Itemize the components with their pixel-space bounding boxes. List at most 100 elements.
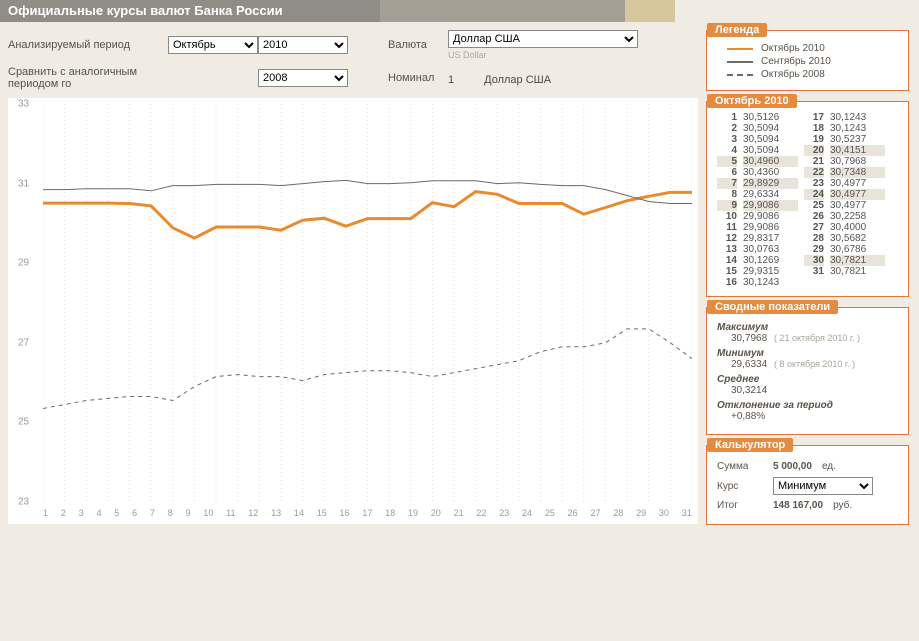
rates-chart: 232527293133 123456789101112131415161718… — [8, 98, 698, 524]
chart-xlabel: 10 — [203, 508, 213, 518]
rate-value: 30,5094 — [743, 145, 798, 156]
rate-value: 30,1243 — [830, 123, 885, 134]
chart-xlabel: 31 — [682, 508, 692, 518]
rate-value: 30,5094 — [743, 123, 798, 134]
rate-value: 30,4151 — [830, 145, 885, 156]
rate-day: 11 — [717, 222, 737, 233]
chart-xlabel: 7 — [150, 508, 155, 518]
chart-xlabel: 18 — [385, 508, 395, 518]
rate-day: 21 — [804, 156, 824, 167]
rate-day: 18 — [804, 123, 824, 134]
summary-max-note: ( 21 октября 2010 г. ) — [774, 333, 860, 343]
legend-item: Октябрь 2008 — [727, 69, 898, 80]
calc-rate-select[interactable]: Минимум — [773, 477, 873, 495]
rate-day: 26 — [804, 211, 824, 222]
summary-panel: Сводные показатели Максимум 30,7968 ( 21… — [706, 307, 909, 435]
rate-value: 30,1269 — [743, 255, 798, 266]
rate-day: 20 — [804, 145, 824, 156]
currency-select[interactable]: Доллар США — [448, 30, 638, 48]
rate-day: 28 — [804, 233, 824, 244]
rate-day: 31 — [804, 266, 824, 277]
month-select[interactable]: Октябрь — [168, 36, 258, 54]
chart-ylabel: 33 — [18, 99, 29, 110]
rate-value: 30,4977 — [830, 200, 885, 211]
calc-rate-label: Курс — [717, 481, 763, 492]
calc-panel: Калькулятор Сумма 5 000,00 ед. Курс Мини… — [706, 445, 909, 525]
legend-label: Сентябрь 2010 — [761, 56, 831, 67]
calc-sum-value: 5 000,00 — [773, 461, 812, 472]
chart-ylabel: 27 — [18, 337, 29, 348]
rate-value: 30,5682 — [830, 233, 885, 244]
chart-xlabel: 8 — [168, 508, 173, 518]
calc-total-unit: руб. — [833, 500, 852, 511]
rate-value: 30,6786 — [830, 244, 885, 255]
chart-xlabel: 20 — [431, 508, 441, 518]
currency-subnote: US Dollar — [448, 50, 658, 60]
rate-day: 5 — [717, 156, 737, 167]
rate-value: 30,1243 — [830, 112, 885, 123]
chart-xlabel: 25 — [545, 508, 555, 518]
legend-title: Легенда — [707, 23, 767, 37]
chart-xlabel: 29 — [636, 508, 646, 518]
rate-value: 29,9086 — [743, 211, 798, 222]
calc-title: Калькулятор — [707, 438, 793, 452]
rate-value: 29,9315 — [743, 266, 798, 277]
chart-xlabel: 23 — [499, 508, 509, 518]
summary-max-label: Максимум — [717, 322, 768, 333]
chart-xlabel: 12 — [248, 508, 258, 518]
rate-day: 15 — [717, 266, 737, 277]
legend-swatch — [727, 48, 753, 50]
chart-xlabel: 2 — [61, 508, 66, 518]
summary-min-note: ( 8 октября 2010 г. ) — [774, 359, 855, 369]
chart-xlabel: 28 — [613, 508, 623, 518]
legend-swatch — [727, 61, 753, 63]
rate-day: 25 — [804, 200, 824, 211]
rate-day: 7 — [717, 178, 737, 189]
rate-day: 19 — [804, 134, 824, 145]
summary-avg-value: 30,3214 — [731, 385, 767, 396]
chart-xlabel: 13 — [271, 508, 281, 518]
rate-value: 30,0763 — [743, 244, 798, 255]
nominal-unit: Доллар США — [484, 74, 551, 86]
rate-value: 29,6334 — [743, 189, 798, 200]
legend-swatch — [727, 74, 753, 76]
rate-value: 30,7348 — [830, 167, 885, 178]
summary-min-label: Минимум — [717, 348, 764, 359]
rate-day: 13 — [717, 244, 737, 255]
chart-xlabel: 11 — [226, 508, 235, 518]
legend-item: Сентябрь 2010 — [727, 56, 898, 67]
rate-day: 12 — [717, 233, 737, 244]
rate-value: 30,7968 — [830, 156, 885, 167]
rate-day: 14 — [717, 255, 737, 266]
compare-year-select[interactable]: 2008 — [258, 69, 348, 87]
rate-day: 27 — [804, 222, 824, 233]
chart-xlabel: 30 — [659, 508, 669, 518]
compare-label: Сравнить с аналогичным периодом го — [8, 66, 168, 90]
rates-panel: Октябрь 2010 130,51261730,1243230,509418… — [706, 101, 909, 297]
rate-value: 30,4977 — [830, 189, 885, 200]
period-label: Анализируемый период — [8, 39, 168, 51]
chart-xlabel: 27 — [590, 508, 600, 518]
legend-item: Октябрь 2010 — [727, 43, 898, 54]
filter-bar: Анализируемый период Октябрь 2010 Валюта… — [8, 30, 698, 90]
rate-day: 17 — [804, 112, 824, 123]
summary-title: Сводные показатели — [707, 300, 838, 314]
chart-xlabel: 1 — [43, 508, 48, 518]
currency-label: Валюта — [388, 39, 448, 51]
rate-value: 30,5126 — [743, 112, 798, 123]
rate-value: 30,7821 — [830, 255, 885, 266]
rate-day: 30 — [804, 255, 824, 266]
chart-xlabel: 24 — [522, 508, 532, 518]
rate-value: 29,8929 — [743, 178, 798, 189]
calc-total-value: 148 167,00 — [773, 500, 823, 511]
chart-ylabel: 23 — [18, 497, 29, 508]
year-select[interactable]: 2010 — [258, 36, 348, 54]
chart-xlabel: 5 — [114, 508, 119, 518]
chart-xlabel: 17 — [362, 508, 372, 518]
chart-ylabel: 29 — [18, 258, 29, 269]
rate-day: 23 — [804, 178, 824, 189]
rate-value: 30,4000 — [830, 222, 885, 233]
chart-xlabel: 19 — [408, 508, 418, 518]
rate-day: 4 — [717, 145, 737, 156]
summary-dev-value: +0,88% — [731, 411, 765, 422]
